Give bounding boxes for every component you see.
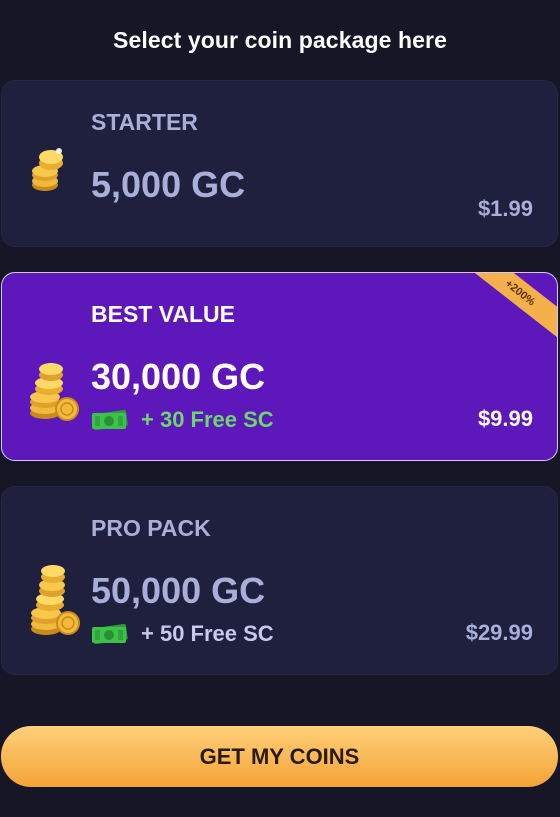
page-title: Select your coin package here bbox=[113, 27, 447, 53]
coin-stack-medium-icon bbox=[30, 363, 79, 421]
coin-stack-small-icon bbox=[32, 148, 63, 191]
package-bonus: + 50 Free SC bbox=[91, 621, 274, 647]
package-card-pro-pack[interactable]: PRO PACK 50,000 GC + 50 Free SC $29.99 bbox=[1, 486, 558, 675]
package-bonus: + 30 Free SC bbox=[91, 407, 274, 433]
package-name: STARTER bbox=[91, 109, 198, 135]
bonus-label: + 50 Free SC bbox=[141, 621, 274, 646]
package-coins: 50,000 GC bbox=[91, 570, 266, 611]
package-price: $1.99 bbox=[477, 196, 533, 221]
package-price: $29.99 bbox=[465, 620, 533, 645]
coin-stack-large-icon bbox=[31, 565, 80, 635]
package-coins: 30,000 GC bbox=[91, 356, 266, 397]
package-name: BEST VALUE bbox=[91, 301, 235, 327]
package-name: PRO PACK bbox=[91, 515, 211, 541]
get-coins-button[interactable]: GET MY COINS bbox=[1, 726, 558, 787]
bonus-ribbon: +200% bbox=[453, 273, 557, 349]
package-price: $9.99 bbox=[477, 406, 533, 431]
package-card-best-value[interactable]: +200% BEST VALUE 30,000 GC + 30 Free SC … bbox=[1, 272, 558, 461]
bonus-label: + 30 Free SC bbox=[141, 407, 274, 432]
package-card-starter[interactable]: STARTER 5,000 GC $1.99 bbox=[1, 80, 558, 247]
package-coins: 5,000 GC bbox=[91, 164, 246, 205]
cash-bill-icon bbox=[92, 624, 128, 644]
cash-bill-icon bbox=[92, 410, 128, 430]
